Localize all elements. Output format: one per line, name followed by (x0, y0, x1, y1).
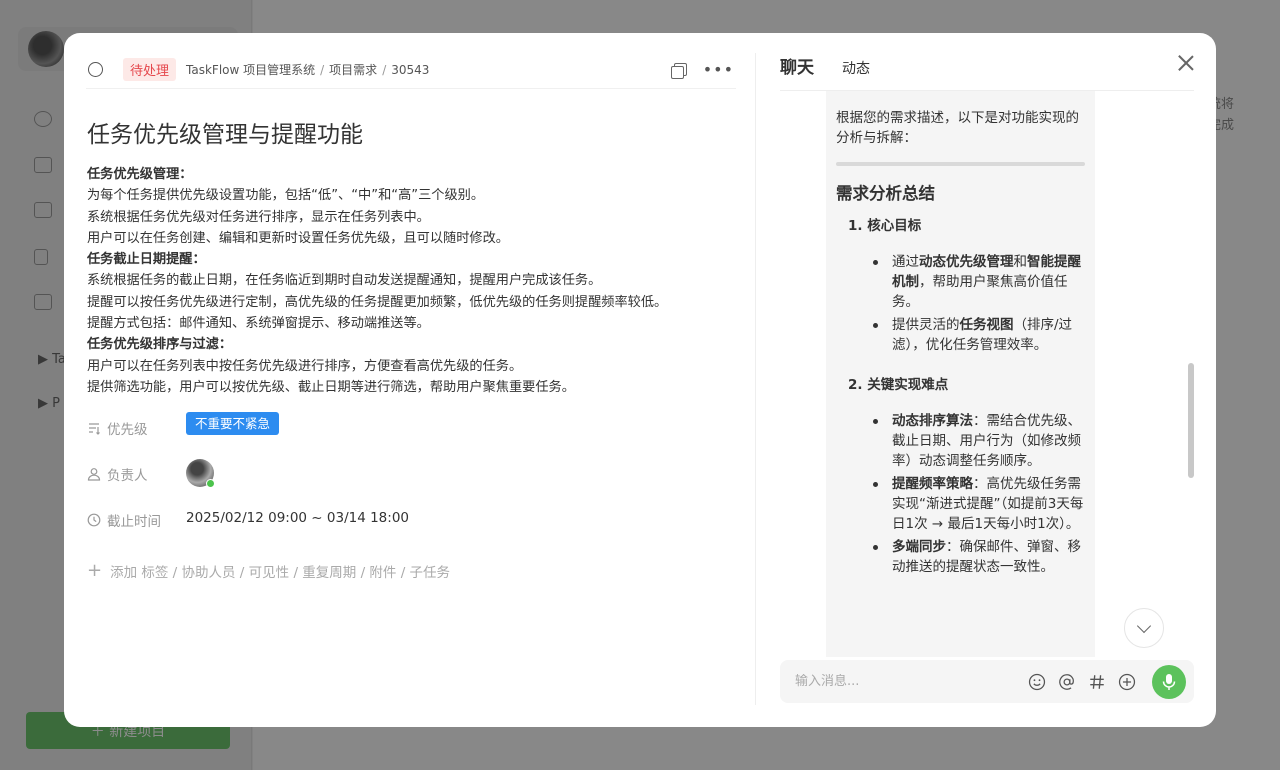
assignee-avatar[interactable] (186, 459, 215, 488)
list-item-text: ，帮助用户聚焦高价值任务。 (892, 274, 1068, 310)
description-line: 用户可以在任务列表中按任务优先级进行排序，方便查看高优先级的任务。 (87, 358, 523, 374)
list-item: 提供灵活的任务视图（排序/过滤），优化任务管理效率。 (870, 315, 1085, 355)
breadcrumb-project[interactable]: TaskFlow 项目管理系统 (186, 61, 315, 78)
description-line: 提醒可以按任务优先级进行定制，高优先级的任务提醒更加频繁，低优先级的任务则提醒频… (87, 294, 668, 310)
list-item: 通过动态优先级管理和智能提醒机制，帮助用户聚焦高价值任务。 (870, 252, 1085, 312)
assignee-label: 负责人 (107, 468, 148, 484)
message-intro: 根据您的需求描述，以下是对功能实现的分析与拆解： (836, 110, 1079, 146)
description-line: 系统根据任务优先级对任务进行排序，显示在任务列表中。 (87, 209, 430, 225)
task-detail-panel: 待处理 TaskFlow 项目管理系统 / 项目需求 / 30543 ••• 任… (64, 33, 756, 727)
message-divider (836, 162, 1085, 166)
description-heading: 任务优先级管理： (87, 167, 193, 182)
priority-sort-icon (87, 421, 101, 435)
assignee-value[interactable] (186, 459, 215, 488)
chat-message-bubble: 根据您的需求描述，以下是对功能实现的分析与拆解： 需求分析总结 1. 核心目标 … (826, 91, 1095, 657)
priority-field-label: 优先级 (87, 418, 148, 438)
task-detail-modal: 待处理 TaskFlow 项目管理系统 / 项目需求 / 30543 ••• 任… (64, 33, 1216, 727)
description-line: 提醒方式包括：邮件通知、系统弹窗提示、移动端推送等。 (87, 316, 430, 332)
message-heading: 需求分析总结 (836, 184, 935, 203)
chat-scrollbar[interactable] (1188, 363, 1194, 478)
list-item-bold: 动态优先级管理 (919, 254, 1014, 270)
online-status-dot (206, 479, 215, 488)
list-item-bold: 动态排序算法 (892, 413, 973, 429)
breadcrumb: TaskFlow 项目管理系统 / 项目需求 / 30543 (186, 61, 429, 78)
ai-message-content: 根据您的需求描述，以下是对功能实现的分析与拆解： 需求分析总结 1. 核心目标 … (826, 91, 1095, 577)
core-goals-list: 通过动态优先级管理和智能提醒机制，帮助用户聚焦高价值任务。 提供灵活的任务视图（排… (870, 252, 1085, 355)
add-attachment-icon[interactable] (1118, 673, 1136, 691)
hashtag-icon[interactable] (1088, 673, 1106, 691)
close-icon[interactable] (1178, 55, 1194, 71)
priority-tag[interactable]: 不重要不紧急 (186, 412, 280, 435)
description-line: 用户可以在任务创建、编辑和更新时设置任务优先级，且可以随时修改。 (87, 230, 509, 246)
breadcrumb-section[interactable]: 项目需求 (329, 61, 377, 78)
task-title[interactable]: 任务优先级管理与提醒功能 (87, 115, 363, 149)
complete-checkbox-icon[interactable] (88, 62, 103, 77)
list-item-bold: 提醒频率策略 (892, 476, 973, 492)
breadcrumb-separator: / (320, 62, 325, 77)
emoji-icon[interactable] (1028, 673, 1046, 691)
chat-panel: 聊天 动态 根据您的需求描述，以下是对功能实现的分析与拆解： 需求分析总结 1.… (756, 33, 1216, 727)
user-icon (87, 467, 101, 481)
priority-value[interactable]: 不重要不紧急 (186, 412, 280, 435)
description-line: 为每个任务提供优先级设置功能，包括“低”、“中”和“高”三个级别。 (87, 188, 485, 204)
list-item: 提醒频率策略：高优先级任务需实现“渐进式提醒”（如提前3天每日1次 → 最后1天… (870, 474, 1085, 534)
description-line: 系统根据任务的截止日期，在任务临近到期时自动发送提醒通知，提醒用户完成该任务。 (87, 273, 602, 289)
microphone-icon (1162, 673, 1176, 690)
chat-tabs: 聊天 动态 (780, 53, 870, 78)
scroll-to-bottom-button[interactable] (1124, 608, 1164, 648)
chevron-down-icon (1136, 618, 1152, 633)
list-item-text: 通过 (892, 254, 919, 270)
breadcrumb-separator: / (382, 62, 387, 77)
status-badge[interactable]: 待处理 (123, 58, 177, 81)
topbar-actions: ••• (670, 61, 734, 79)
deadline-value[interactable]: 2025/02/12 09:00 ~ 03/14 18:00 (186, 510, 409, 526)
list-item: 动态排序算法：需结合优先级、截止日期、用户行为（如修改频率）动态调整任务顺序。 (870, 411, 1085, 471)
add-attributes-row[interactable]: + 添加 标签 / 协助人员 / 可见性 / 重复周期 / 附件 / 子任务 (87, 560, 451, 582)
task-description[interactable]: 任务优先级管理： 为每个任务提供优先级设置功能，包括“低”、“中”和“高”三个级别… (87, 164, 727, 398)
tab-activity[interactable]: 动态 (842, 58, 870, 78)
more-icon[interactable]: ••• (703, 61, 734, 78)
input-actions (1028, 664, 1186, 699)
section-core-goals: 1. 核心目标 (848, 218, 922, 234)
list-item-text: 和 (1013, 254, 1028, 270)
key-challenges-list: 动态排序算法：需结合优先级、截止日期、用户行为（如修改频率）动态调整任务顺序。提… (870, 411, 1085, 577)
priority-label: 优先级 (107, 422, 148, 438)
add-attributes-label: 添加 标签 / 协助人员 / 可见性 / 重复周期 / 附件 / 子任务 (110, 565, 451, 581)
deadline-label: 截止时间 (107, 514, 161, 530)
description-line: 提供筛选功能，用户可以按优先级、截止日期等进行筛选，帮助用户聚焦重要任务。 (87, 379, 575, 395)
voice-input-button[interactable] (1152, 664, 1186, 699)
message-input[interactable] (795, 674, 1015, 689)
copy-icon[interactable] (670, 62, 687, 79)
breadcrumb-task-id[interactable]: 30543 (391, 63, 429, 77)
task-topbar: 待处理 TaskFlow 项目管理系统 / 项目需求 / 30543 ••• (86, 51, 736, 89)
clock-icon (87, 513, 101, 527)
deadline-field-label: 截止时间 (87, 510, 161, 530)
list-item-bold: 任务视图 (959, 317, 1014, 333)
message-input-bar (780, 660, 1194, 703)
list-item-text: 提供灵活的 (892, 317, 960, 333)
description-heading: 任务截止日期提醒： (87, 252, 206, 268)
description-heading: 任务优先级排序与过滤： (87, 337, 233, 353)
list-item-bold: 多端同步 (892, 539, 946, 555)
plus-icon: + (87, 560, 103, 581)
tab-chat[interactable]: 聊天 (780, 53, 814, 78)
assignee-field-label: 负责人 (87, 464, 148, 484)
section-key-challenges: 2. 关键实现难点 (848, 377, 949, 393)
list-item: 多端同步：确保邮件、弹窗、移动推送的提醒状态一致性。 (870, 537, 1085, 577)
mention-icon[interactable] (1058, 673, 1076, 691)
